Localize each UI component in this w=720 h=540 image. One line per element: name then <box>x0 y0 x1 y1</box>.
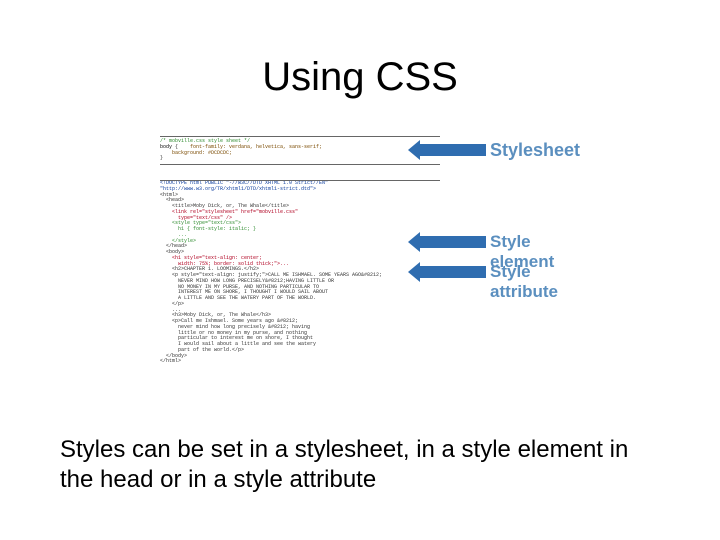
slide: Using CSS /* mobville.css style sheet */… <box>0 0 720 540</box>
arrow-stylesheet <box>410 144 486 164</box>
slide-caption: Styles can be set in a stylesheet, in a … <box>60 435 660 495</box>
arrow-style-element <box>410 236 486 256</box>
slide-title: Using CSS <box>0 55 720 100</box>
stylesheet-code: /* mobville.css style sheet */ body { fo… <box>160 136 440 165</box>
html-code: <!DOCTYPE html PUBLIC "-//W3C//DTD XHTML… <box>160 180 440 365</box>
code-line: } <box>160 155 163 161</box>
code-line: background: #DCDCDC; <box>160 150 232 156</box>
label-style-attribute: Style attribute <box>490 262 560 302</box>
code-line: "http://www.w3.org/TR/xhtml1/DTD/xhtml1-… <box>160 186 316 192</box>
code-figure: /* mobville.css style sheet */ body { fo… <box>160 140 560 420</box>
code-line: </html> <box>160 358 181 364</box>
arrow-style-attribute <box>410 266 486 286</box>
label-stylesheet: Stylesheet <box>490 140 580 161</box>
